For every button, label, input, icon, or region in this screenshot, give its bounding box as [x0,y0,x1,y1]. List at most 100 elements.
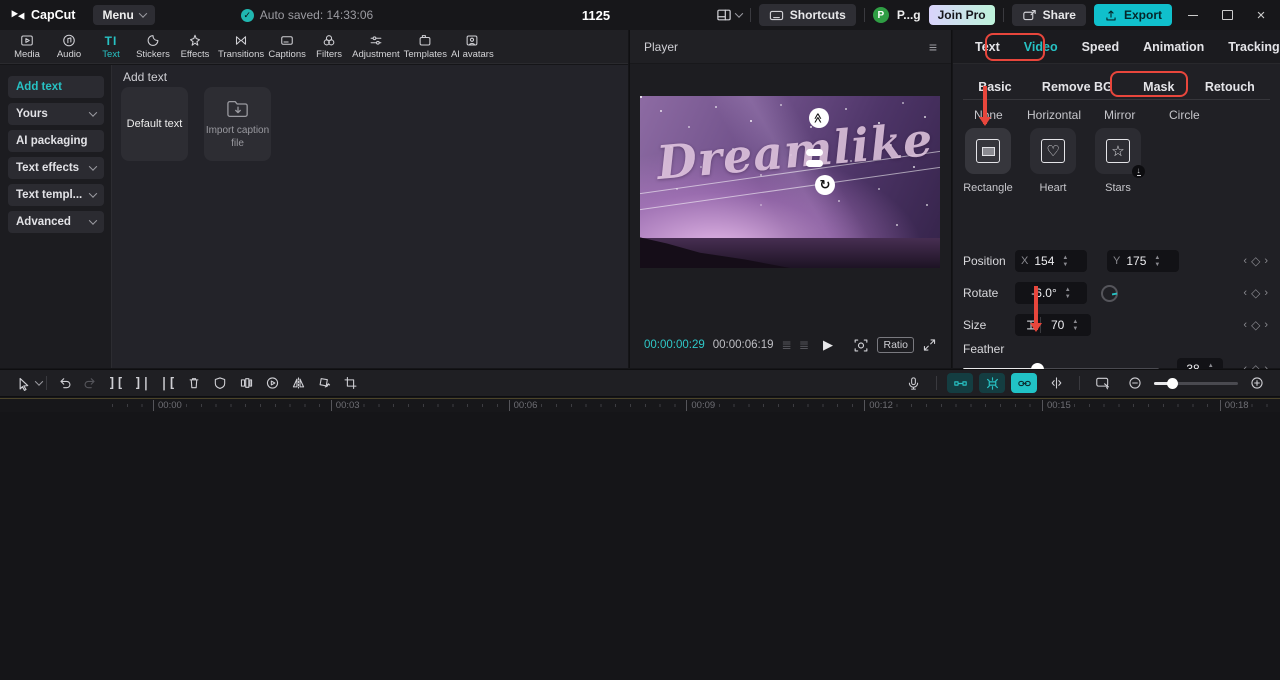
subtab-remove-bg[interactable]: Remove BG [1042,80,1113,94]
transitions-icon [236,36,247,45]
record-voiceover-button[interactable] [900,372,926,394]
zoom-out-button[interactable] [1122,372,1148,394]
player-menu-icon[interactable] [929,39,937,55]
toolbar-item-media[interactable]: Media [6,30,48,64]
sidebar-item-advanced[interactable]: Advanced [8,211,104,233]
mask-shape-heart[interactable] [1030,128,1076,174]
toolbar-item-effects[interactable]: Effects [174,30,216,64]
mask-type-mirror[interactable]: Mirror [1104,108,1135,122]
split-button[interactable]: ][ [103,372,129,394]
mask-type-circle[interactable]: Circle [1169,108,1200,122]
position-x-input[interactable]: X 154 [1015,250,1087,272]
ai-avatars-icon [466,35,478,46]
subtab-retouch[interactable]: Retouch [1205,80,1255,94]
timeline-zoom-slider[interactable] [1154,377,1238,389]
speed-button[interactable] [259,372,285,394]
sidebar-item-yours[interactable]: Yours [8,103,104,125]
tab-animation[interactable]: Animation [1131,40,1216,54]
join-pro-button[interactable]: Join Pro [928,5,995,25]
frame-step-icons[interactable] [782,338,811,352]
undo-icon [59,378,70,389]
fullscreen-icon[interactable] [922,338,937,352]
mask-type-horizontal[interactable]: Horizontal [1027,108,1081,122]
total-duration: 00:00:06:19 [712,339,774,351]
menu-button[interactable]: Menu [93,5,155,25]
rotate-input[interactable]: -6.0° [1015,282,1087,304]
undo-button[interactable] [51,372,77,394]
export-button[interactable]: Export [1093,4,1172,26]
trash-icon [189,378,199,389]
avatar[interactable]: P [872,7,889,23]
position-y-input[interactable]: Y 175 [1107,250,1179,272]
import-caption-card[interactable]: Import caption file [204,87,271,161]
play-button[interactable] [823,337,833,353]
timeline-ruler[interactable]: 00:00 00:03 00:06 00:09 00:12 00:15 00:18 [0,398,1280,412]
toolbar-item-text[interactable]: TI Text [90,30,132,64]
keyframe-controls[interactable] [1243,318,1268,332]
default-text-card[interactable]: Default text [121,87,188,161]
toolbar-item-ai-avatars[interactable]: AI avatars [449,30,496,64]
auto-snap-toggle[interactable] [947,373,973,393]
chevron-down-icon[interactable] [34,377,44,386]
toolbar-item-audio[interactable]: Audio [48,30,90,64]
mask-size-handle[interactable] [806,149,823,156]
select-tool-button[interactable] [10,372,36,394]
minimize-button[interactable] [1180,0,1206,30]
mirror-button[interactable] [285,372,311,394]
account-name[interactable]: P...g [897,8,921,22]
divider [936,376,937,390]
tab-tracking[interactable]: Tracking [1216,40,1280,54]
link-toggle[interactable] [1011,373,1037,393]
delete-right-button[interactable]: |[ [155,372,181,394]
zoom-in-button[interactable] [1244,372,1270,394]
sidebar-item-ai-packaging[interactable]: AI packaging [8,130,104,152]
freeze-frame-button[interactable] [207,372,233,394]
split-view-button[interactable] [1043,372,1069,394]
rotate-icon [319,378,330,388]
stepper-icon[interactable] [1065,287,1071,300]
mask-feather-handle[interactable] [809,108,829,128]
preview-quality-icon[interactable] [853,338,869,353]
chevron-down-icon [88,216,98,225]
stepper-icon[interactable] [1062,255,1068,268]
crop-button[interactable] [337,372,363,394]
toolbar-item-transitions[interactable]: Transitions [216,30,266,64]
preview-window-button[interactable] [1090,372,1116,394]
preview-canvas[interactable]: Dreamlike [640,96,940,268]
toolbar-item-captions[interactable]: Captions [266,30,308,64]
toolbar-item-stickers[interactable]: Stickers [132,30,174,64]
adjustment-icon [370,36,382,45]
keyframe-controls[interactable] [1243,254,1268,268]
sidebar-item-text-templates[interactable]: Text templ... [8,184,104,206]
sidebar-item-text-effects[interactable]: Text effects [8,157,104,179]
ratio-button[interactable]: Ratio [877,337,914,353]
redo-button[interactable] [77,372,103,394]
size-input[interactable]: 70 [1015,314,1091,336]
toolbar-item-adjustment[interactable]: Adjustment [350,30,402,64]
sidebar-item-add-text[interactable]: Add text [8,76,104,98]
delete-button[interactable] [181,372,207,394]
slider-knob[interactable] [1167,377,1179,389]
magnet-toggle[interactable] [979,373,1005,393]
mask-shape-stars[interactable] [1095,128,1145,178]
maximize-button[interactable] [1214,0,1240,30]
keyframe-controls[interactable] [1243,286,1268,300]
rotate-dial[interactable] [1101,284,1118,302]
toolbar-item-templates[interactable]: Templates [402,30,449,64]
tab-speed[interactable]: Speed [1070,40,1132,54]
shortcuts-button[interactable]: Shortcuts [758,4,856,26]
workspace-layout-button[interactable] [716,8,744,22]
share-button[interactable]: Share [1011,4,1086,26]
delete-left-button[interactable]: ]| [129,372,155,394]
mask-rotate-handle[interactable] [815,175,835,195]
mask-size-handle[interactable] [806,160,823,167]
close-button[interactable] [1248,0,1274,30]
divider [749,8,751,22]
overlay-button[interactable] [233,372,259,394]
stepper-icon[interactable] [1072,319,1078,332]
toolbar-item-filters[interactable]: Filters [308,30,350,64]
text-library-panel: Add text Yours AI packaging Text effects… [0,65,628,368]
stepper-icon[interactable] [1154,255,1160,268]
mask-shape-rectangle[interactable] [965,128,1011,174]
rotate-button[interactable] [311,372,337,394]
